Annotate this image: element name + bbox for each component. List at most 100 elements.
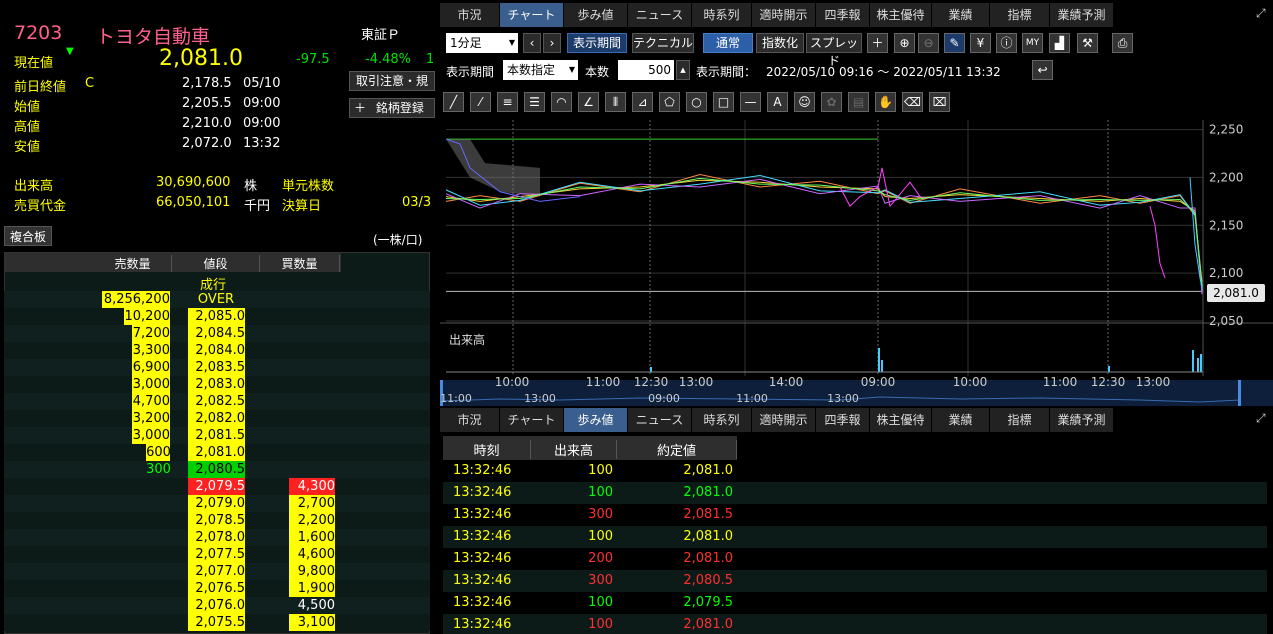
orderbook-price[interactable]: 2,077.5 <box>188 546 245 563</box>
trendline-icon[interactable]: ╱ <box>443 92 464 112</box>
tab-5[interactable]: 適時開示 <box>752 3 816 27</box>
wrench-icon[interactable]: ⚒ <box>1077 33 1098 53</box>
tab-6[interactable]: 四季報 <box>816 408 870 432</box>
orderbook-price[interactable]: 2,077.0 <box>188 563 245 580</box>
orderbook-price[interactable]: 2,082.5 <box>188 393 245 410</box>
orderbook-price[interactable]: OVER <box>186 291 246 308</box>
tab-9[interactable]: 指標 <box>990 408 1050 432</box>
orderbook-sell-qty[interactable]: 7,200 <box>131 325 170 342</box>
orderbook-price[interactable]: 2,084.5 <box>188 325 245 342</box>
layer-icon[interactable]: ▤ <box>848 92 869 112</box>
tab-6[interactable]: 四季報 <box>816 3 870 27</box>
tab-7[interactable]: 株主優待 <box>870 408 932 432</box>
zoom-out-icon[interactable]: ⊖ <box>918 33 939 53</box>
hand-icon[interactable]: ✋ <box>875 92 896 112</box>
zoom-in-icon[interactable]: ⊕ <box>894 33 915 53</box>
my-indicator-icon[interactable]: MY <box>1022 33 1043 53</box>
tab-10[interactable]: 業績予測 <box>1050 408 1114 432</box>
orderbook-price[interactable]: 2,078.0 <box>188 529 245 546</box>
tab-9[interactable]: 指標 <box>990 3 1050 27</box>
tab-5[interactable]: 適時開示 <box>752 408 816 432</box>
pen-icon[interactable]: ✎ <box>944 33 965 53</box>
orderbook-buy-qty[interactable]: 2,200 <box>289 512 335 529</box>
period-mode-select[interactable]: 本数指定 ▼ <box>503 60 578 80</box>
tab-8[interactable]: 業績 <box>932 3 990 27</box>
orderbook-price[interactable]: 2,076.0 <box>188 597 245 614</box>
erase-all-icon[interactable]: ⌧ <box>929 92 950 112</box>
arc-icon[interactable]: ◠ <box>551 92 572 112</box>
orderbook-buy-qty[interactable]: 3,100 <box>289 614 335 631</box>
tab-0[interactable]: 市況 <box>440 3 500 27</box>
count-stepper[interactable]: ▲ <box>676 60 690 80</box>
crosshair-icon[interactable]: ＋ <box>867 33 888 53</box>
register-stock-button[interactable]: ＋ 銘柄登録 <box>349 98 435 118</box>
orderbook-price[interactable]: 2,080.5 <box>188 461 245 478</box>
orderbook-buy-qty[interactable]: 4,600 <box>289 546 335 563</box>
index-button[interactable]: 指数化 <box>756 33 804 53</box>
orderbook-sell-qty[interactable]: 3,300 <box>131 342 170 359</box>
orderbook-sell-qty[interactable]: 3,200 <box>131 410 170 427</box>
orderbook-sell-qty[interactable]: 10,200 <box>124 308 170 325</box>
tab-7[interactable]: 株主優待 <box>870 3 932 27</box>
reset-icon[interactable]: ↩ <box>1032 60 1053 80</box>
tab-3[interactable]: ニュース <box>628 408 692 432</box>
orderbook-price[interactable]: 2,081.5 <box>188 427 245 444</box>
angle-icon[interactable]: ⊿ <box>632 92 653 112</box>
maximize-icon[interactable]: ⤢ <box>1256 6 1266 21</box>
prev-button[interactable]: ‹ <box>523 33 541 53</box>
fan-icon[interactable]: ∠ <box>578 92 599 112</box>
tab-1[interactable]: チャート <box>500 3 564 27</box>
orderbook-price[interactable]: 2,081.0 <box>188 444 245 461</box>
orderbook-sell-qty[interactable]: 3,000 <box>131 427 170 444</box>
period-button[interactable]: 表示期間 <box>567 33 627 53</box>
vlines-icon[interactable]: ⦀ <box>605 92 626 112</box>
orderbook-sell-qty[interactable]: 6,900 <box>131 359 170 376</box>
volume-chart-icon[interactable]: ▟ <box>1049 33 1070 53</box>
tab-2[interactable]: 歩み値 <box>564 3 628 27</box>
orderbook-price[interactable]: 2,076.5 <box>188 580 245 597</box>
info-icon[interactable]: ⓘ <box>996 33 1017 53</box>
hlines-icon[interactable]: ≡ <box>497 92 518 112</box>
orderbook-buy-qty[interactable]: 2,700 <box>289 495 335 512</box>
trading-notice-button[interactable]: 取引注意・規 <box>349 71 435 91</box>
orderbook-price[interactable]: 2,075.5 <box>188 614 245 631</box>
price-chart[interactable]: 2,2502,2002,1502,1002,050 11:00 13:00 09:0… <box>440 116 1273 406</box>
interval-select[interactable]: 1分足 ▼ <box>446 33 518 53</box>
orderbook-price[interactable]: 2,085.0 <box>188 308 245 325</box>
orderbook-price[interactable]: 2,082.0 <box>188 410 245 427</box>
orderbook-sell-qty[interactable]: 300 <box>146 461 171 478</box>
orderbook-tab[interactable]: 複合板 <box>4 226 52 246</box>
tab-10[interactable]: 業績予測 <box>1050 3 1114 27</box>
text-icon[interactable]: A <box>767 92 788 112</box>
orderbook-buy-qty[interactable]: 4,300 <box>289 478 335 495</box>
hline-icon[interactable]: — <box>740 92 761 112</box>
count-input[interactable]: 500 <box>618 60 674 80</box>
orderbook-buy-qty[interactable]: 1,600 <box>289 529 335 546</box>
spread-button[interactable]: スプレッド <box>806 33 862 68</box>
orderbook-buy-qty[interactable]: 9,800 <box>289 563 335 580</box>
orderbook-price[interactable]: 2,083.0 <box>188 376 245 393</box>
multi-hlines-icon[interactable]: ☰ <box>524 92 545 112</box>
orderbook-buy-qty[interactable]: 1,900 <box>289 580 335 597</box>
normal-button[interactable]: 通常 <box>703 33 753 53</box>
pentagon-icon[interactable]: ⬠ <box>659 92 680 112</box>
eraser-icon[interactable]: ⌫ <box>902 92 923 112</box>
orderbook-sell-qty[interactable]: 600 <box>146 444 171 461</box>
orderbook-buy-qty[interactable]: 4,500 <box>289 597 335 614</box>
orderbook-price[interactable]: 2,079.5 <box>188 478 245 495</box>
orderbook-sell-qty[interactable]: 8,256,200 <box>102 291 170 308</box>
tab-3[interactable]: ニュース <box>628 3 692 27</box>
maximize-icon[interactable]: ⤢ <box>1256 411 1266 426</box>
ruler-icon[interactable]: ⁄ <box>470 92 491 112</box>
orderbook-price[interactable]: 2,083.5 <box>188 359 245 376</box>
orderbook-price[interactable]: 2,084.0 <box>188 342 245 359</box>
tab-2[interactable]: 歩み値 <box>564 408 628 432</box>
orderbook-sell-qty[interactable]: 3,000 <box>131 376 170 393</box>
technical-button[interactable]: テクニカル <box>632 33 694 53</box>
tab-0[interactable]: 市況 <box>440 408 500 432</box>
next-button[interactable]: › <box>543 33 561 53</box>
tab-4[interactable]: 時系列 <box>692 408 752 432</box>
orderbook-price[interactable]: 2,078.5 <box>188 512 245 529</box>
marker-icon[interactable]: ✿ <box>821 92 842 112</box>
rect-icon[interactable]: □ <box>713 92 734 112</box>
